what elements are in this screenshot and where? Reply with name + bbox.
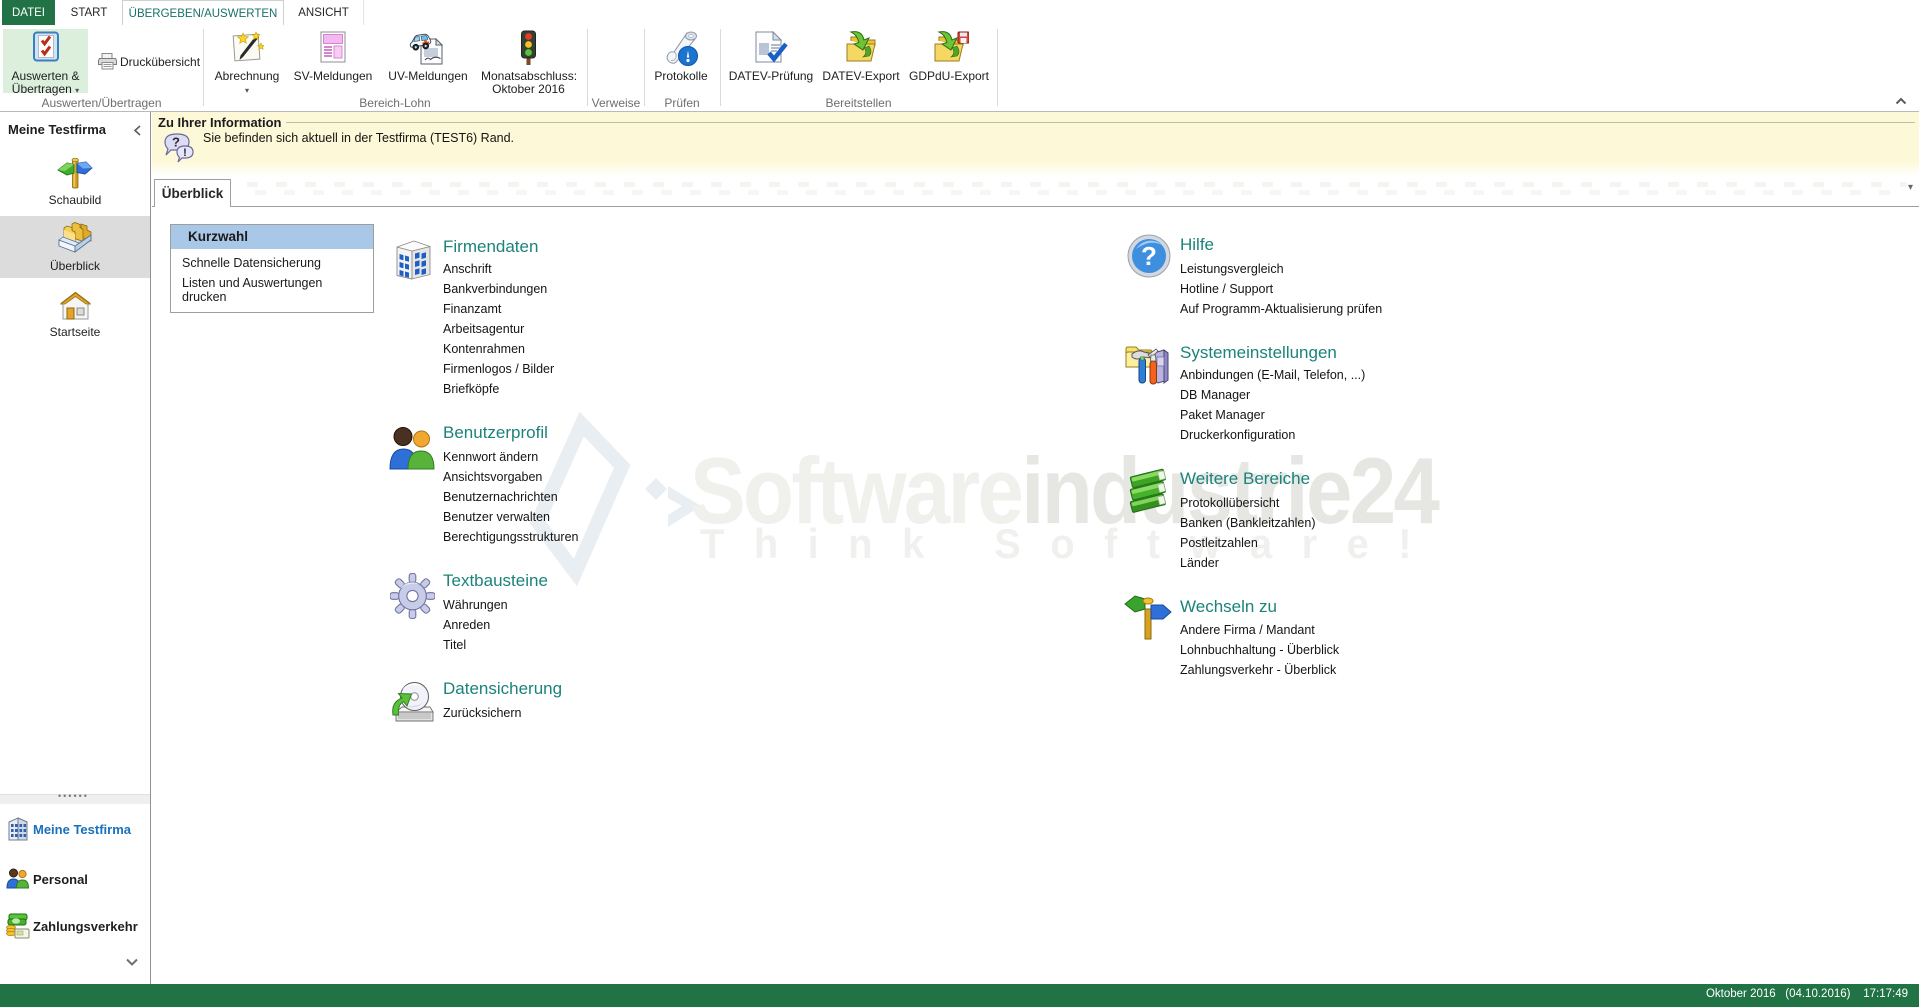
svg-text:?: ? bbox=[1141, 241, 1157, 271]
svg-text:!: ! bbox=[183, 147, 187, 159]
